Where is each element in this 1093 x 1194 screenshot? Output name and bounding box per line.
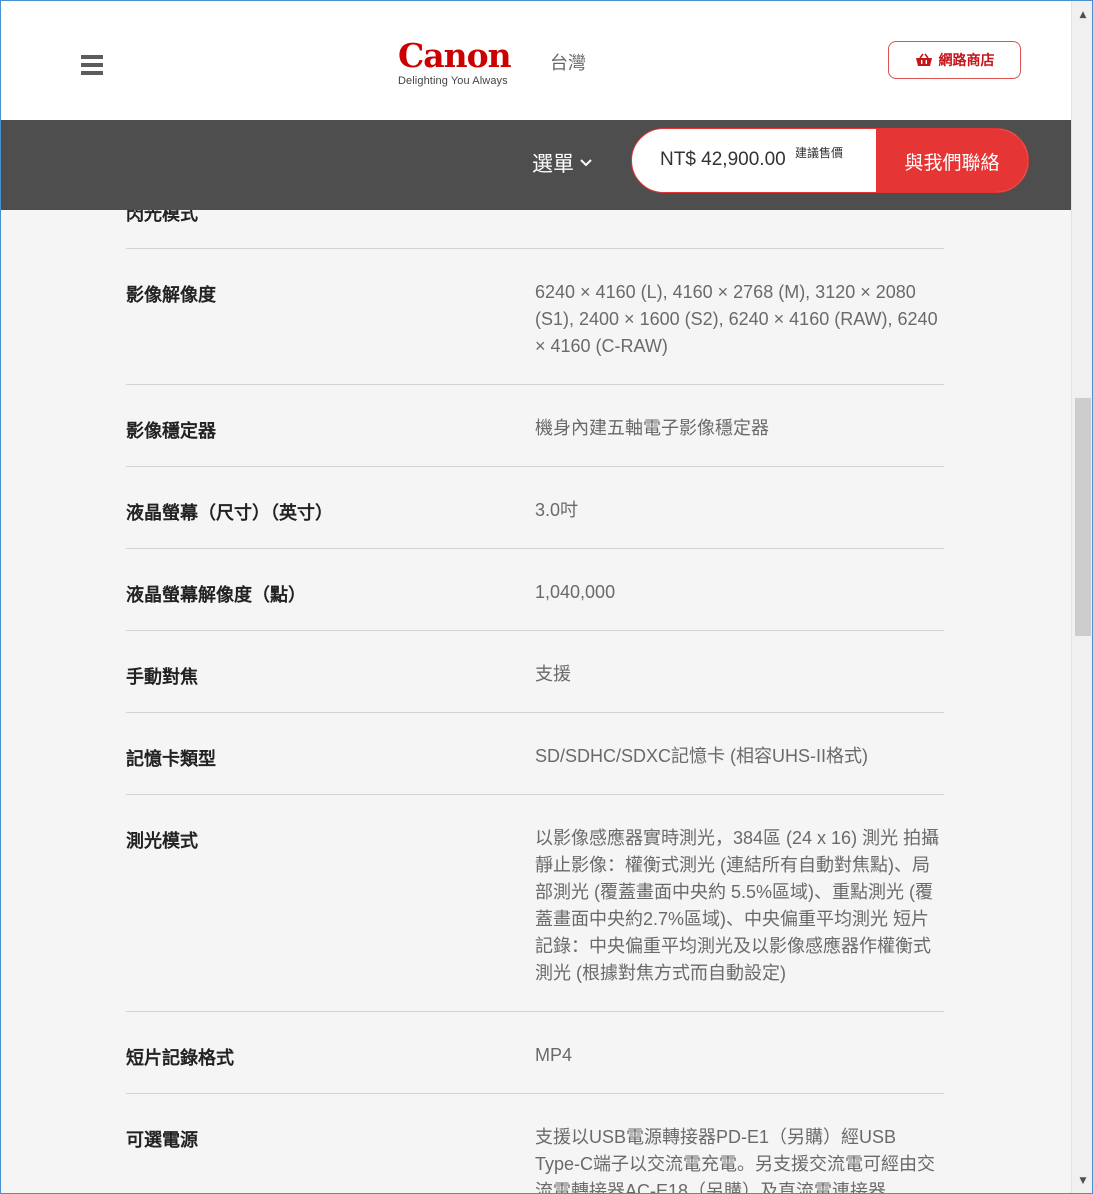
spec-value: 1,040,000 xyxy=(535,582,616,602)
spec-label: 液晶螢幕解像度（點） xyxy=(126,585,306,606)
canon-logo[interactable]: Canon Delighting You Always xyxy=(398,39,518,93)
spec-row: 液晶螢幕解像度（點） 1,040,000 xyxy=(126,549,944,631)
spec-row: 可選電源 支援以USB電源轉接器PD-E1（另購）經USB Type-C端子以交… xyxy=(126,1094,944,1194)
spec-value: 6240 × 4160 (L), 4160 × 2768 (M), 3120 ×… xyxy=(535,282,938,356)
spec-value: 3.0吋 xyxy=(535,500,579,520)
hamburger-menu-icon[interactable] xyxy=(81,55,103,75)
spec-label: 可選電源 xyxy=(126,1130,198,1151)
chevron-down-icon xyxy=(580,159,592,167)
spec-label: 影像穩定器 xyxy=(126,421,216,442)
online-store-label: 網路商店 xyxy=(938,53,995,69)
region-label[interactable]: 台灣 xyxy=(550,49,586,75)
spec-value: 支援 xyxy=(535,664,571,684)
scroll-down-arrow-icon[interactable]: ▼ xyxy=(1072,1172,1093,1190)
price-panel: NT$ 42,900.00 建議售價 與我們聯絡 xyxy=(631,128,1029,193)
menu-label: 選單 xyxy=(532,152,574,176)
site-header: Canon Delighting You Always 台灣 網路商店 xyxy=(0,0,1071,120)
spec-label: 短片記錄格式 xyxy=(126,1048,234,1069)
scroll-thumb[interactable] xyxy=(1075,398,1091,636)
spec-row: 記憶卡類型 SD/SDHC/SDXC記憶卡 (相容UHS-II格式) xyxy=(126,713,944,795)
spec-row: 液晶螢幕（尺寸）（英寸） 3.0吋 xyxy=(126,467,944,549)
spec-value: MP4 xyxy=(535,1045,573,1065)
contact-us-button[interactable]: 與我們聯絡 xyxy=(876,129,1028,192)
price-note: 建議售價 xyxy=(795,146,844,160)
brand-tagline: Delighting You Always xyxy=(398,75,508,87)
brand-wordmark: Canon xyxy=(398,36,512,75)
spec-value: 支援以USB電源轉接器PD-E1（另購）經USB Type-C端子以交流電充電。… xyxy=(535,1127,936,1194)
shopping-basket-icon xyxy=(915,53,932,66)
spec-value: 以影像感應器實時測光，384區 (24 x 16) 測光 拍攝靜止影像：權衡式測… xyxy=(535,828,940,983)
spec-row: 影像解像度 6240 × 4160 (L), 4160 × 2768 (M), … xyxy=(126,249,944,385)
spec-label: 測光模式 xyxy=(126,831,198,852)
spec-label: 液晶螢幕（尺寸）（英寸） xyxy=(126,503,333,524)
price-value: NT$ 42,900.00 xyxy=(660,149,786,170)
spec-value: SD/SDHC/SDXC記憶卡 (相容UHS-II格式) xyxy=(535,746,869,766)
spec-label: 記憶卡類型 xyxy=(126,749,216,770)
online-store-button[interactable]: 網路商店 xyxy=(888,41,1021,79)
spec-row: 影像穩定器 機身內建五軸電子影像穩定器 xyxy=(126,385,944,467)
menu-dropdown[interactable]: 選單 xyxy=(532,148,592,178)
spec-label: 手動對焦 xyxy=(126,667,198,688)
spec-row: 短片記錄格式 MP4 xyxy=(126,1012,944,1094)
scroll-up-arrow-icon[interactable]: ▲ xyxy=(1072,6,1093,24)
product-nav-bar: 選單 NT$ 42,900.00 建議售價 與我們聯絡 xyxy=(0,120,1071,210)
spec-row: 手動對焦 支援 xyxy=(126,631,944,713)
spec-table: 閃光模式 影像解像度 6240 × 4160 (L), 4160 × 2768 … xyxy=(126,160,944,1194)
spec-value: 機身內建五軸電子影像穩定器 xyxy=(535,418,769,438)
spec-label: 影像解像度 xyxy=(126,285,216,306)
spec-row: 測光模式 以影像感應器實時測光，384區 (24 x 16) 測光 拍攝靜止影像… xyxy=(126,795,944,1012)
vertical-scrollbar[interactable]: ▲ ▼ xyxy=(1071,0,1093,1194)
